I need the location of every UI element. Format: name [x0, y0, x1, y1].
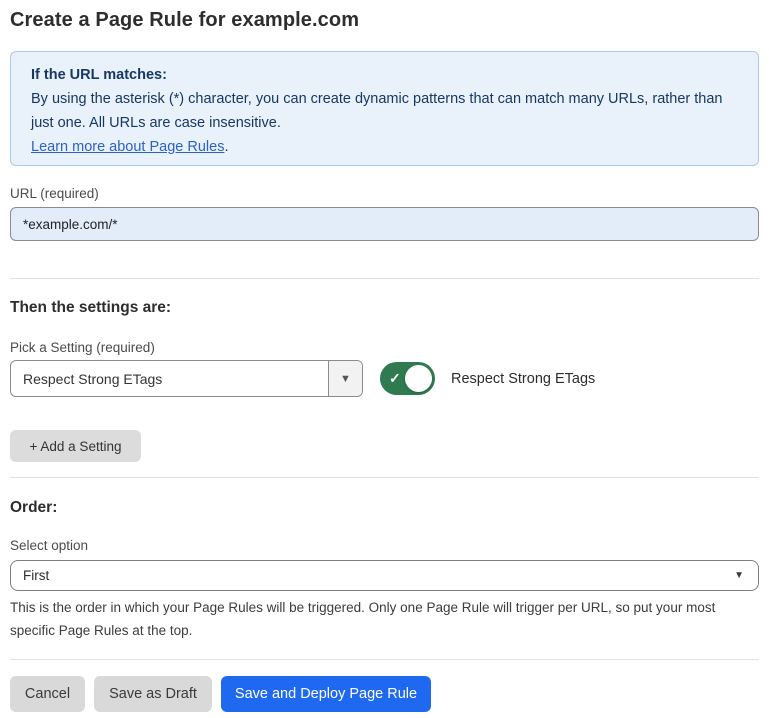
link-suffix: . [224, 139, 228, 155]
divider [10, 659, 759, 660]
info-box-heading: If the URL matches: [31, 63, 738, 87]
save-as-draft-button[interactable]: Save as Draft [94, 676, 212, 712]
save-and-deploy-button[interactable]: Save and Deploy Page Rule [221, 676, 431, 712]
divider [10, 477, 759, 478]
page-title: Create a Page Rule for example.com [10, 9, 759, 32]
etags-toggle[interactable]: ✓ [380, 362, 435, 395]
order-select-value: First [23, 568, 49, 583]
cancel-button[interactable]: Cancel [10, 676, 85, 712]
url-match-info-box: If the URL matches: By using the asteris… [10, 51, 759, 166]
order-help-text: This is the order in which your Page Rul… [10, 597, 755, 642]
setting-row: Respect Strong ETags ▼ ✓ Respect Strong … [10, 360, 759, 397]
order-select-label: Select option [10, 538, 759, 553]
action-buttons-row: Cancel Save as Draft Save and Deploy Pag… [10, 676, 759, 712]
toggle-knob [405, 365, 432, 392]
learn-more-link[interactable]: Learn more about Page Rules [31, 139, 224, 155]
divider [10, 278, 759, 279]
settings-section-heading: Then the settings are: [10, 299, 759, 317]
check-icon: ✓ [389, 370, 401, 387]
url-field-label: URL (required) [10, 186, 759, 201]
setting-select-value: Respect Strong ETags [11, 361, 328, 396]
url-input[interactable] [10, 207, 759, 241]
info-box-link-line: Learn more about Page Rules. [31, 135, 738, 159]
order-select[interactable]: First ▼ [10, 560, 759, 591]
chevron-down-icon: ▼ [734, 570, 744, 581]
setting-select[interactable]: Respect Strong ETags ▼ [10, 360, 363, 397]
add-setting-button[interactable]: + Add a Setting [10, 430, 141, 462]
order-section-heading: Order: [10, 499, 759, 517]
chevron-down-icon[interactable]: ▼ [328, 361, 362, 396]
info-box-body: By using the asterisk (*) character, you… [31, 87, 738, 135]
create-page-rule-form: Create a Page Rule for example.com If th… [0, 0, 769, 712]
pick-setting-label: Pick a Setting (required) [10, 340, 759, 355]
toggle-label: Respect Strong ETags [451, 371, 595, 387]
